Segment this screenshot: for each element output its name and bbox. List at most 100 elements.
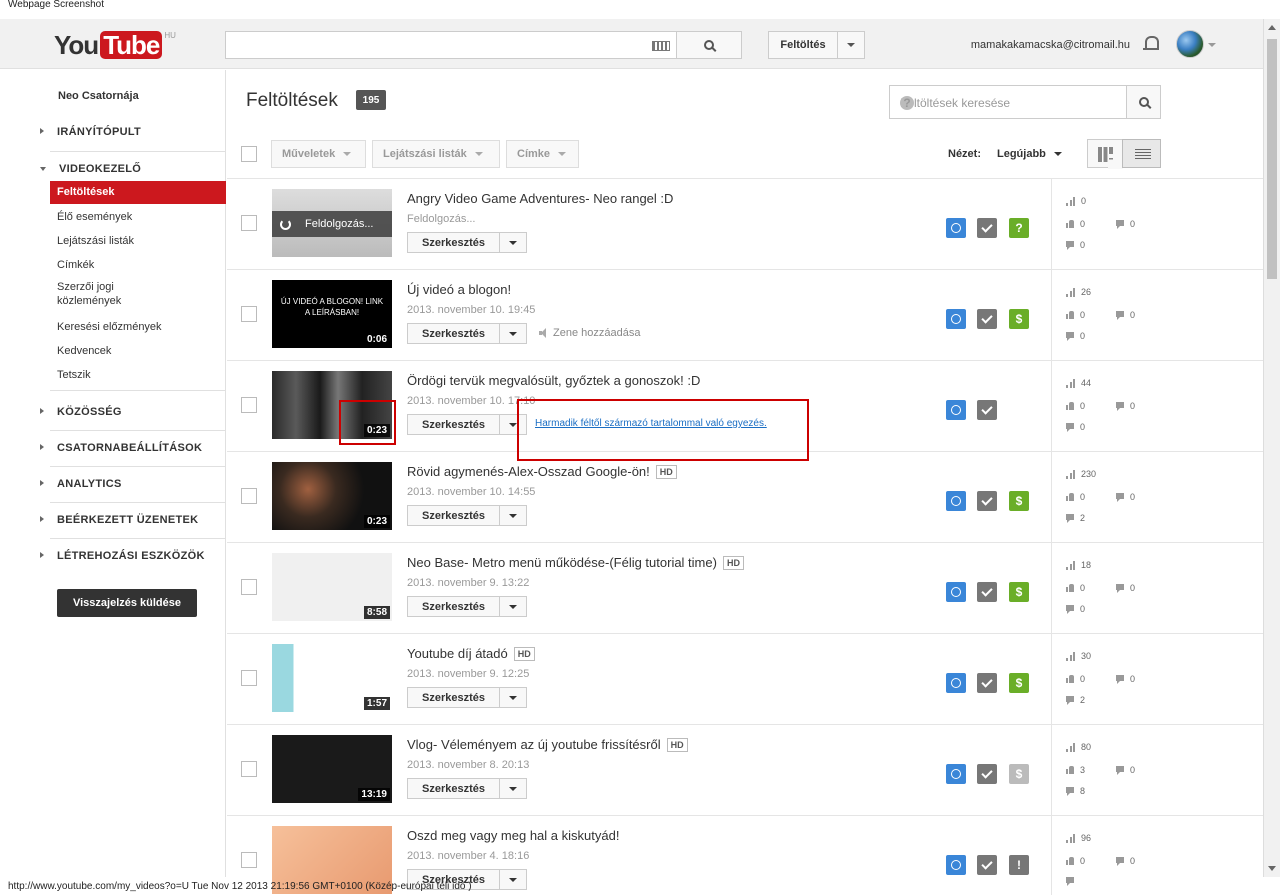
video-title[interactable]: Ördögi tervük megvalósült, győztek a gon… bbox=[407, 373, 700, 388]
video-title[interactable]: Új videó a blogon! bbox=[407, 282, 511, 297]
sidebar-item-likes[interactable]: Tetszik bbox=[57, 369, 91, 381]
youtube-logo[interactable]: You Tube HU bbox=[54, 31, 176, 59]
scroll-down-icon[interactable] bbox=[1268, 866, 1276, 871]
edit-dropdown-button[interactable] bbox=[499, 778, 527, 799]
sidebar-section-channel-settings[interactable]: CSATORNABEÁLLÍTÁSOK bbox=[40, 442, 202, 454]
avatar[interactable] bbox=[1176, 30, 1204, 58]
sidebar-section-creation-tools[interactable]: LÉTREHOZÁSI ESZKÖZÖK bbox=[40, 550, 205, 562]
scrollbar[interactable] bbox=[1263, 19, 1280, 877]
row-checkbox[interactable] bbox=[241, 397, 257, 413]
sidebar-section-community[interactable]: KÖZÖSSÉG bbox=[40, 406, 122, 418]
monetization-status-icon[interactable]: $ bbox=[1009, 309, 1029, 329]
public-globe-icon[interactable] bbox=[946, 491, 966, 511]
checkmark-icon[interactable] bbox=[977, 218, 997, 238]
actions-dropdown[interactable]: Műveletek bbox=[271, 140, 366, 168]
edit-button[interactable]: Szerkesztés bbox=[407, 778, 500, 799]
search-input[interactable] bbox=[225, 31, 677, 59]
video-thumbnail[interactable]: 8:58 bbox=[272, 553, 392, 621]
row-checkbox[interactable] bbox=[241, 761, 257, 777]
channel-owner[interactable]: Neo Csatornája bbox=[58, 90, 139, 102]
monetization-status-icon[interactable]: $ bbox=[1009, 764, 1029, 784]
public-globe-icon[interactable] bbox=[946, 400, 966, 420]
add-music-link[interactable]: Zene hozzáadása bbox=[539, 327, 640, 339]
sidebar-item-tags[interactable]: Címkék bbox=[57, 259, 94, 271]
row-checkbox[interactable] bbox=[241, 579, 257, 595]
help-icon[interactable]: ? bbox=[900, 96, 914, 110]
edit-dropdown-button[interactable] bbox=[499, 596, 527, 617]
video-title[interactable]: Youtube díj átadó bbox=[407, 646, 508, 661]
public-globe-icon[interactable] bbox=[946, 673, 966, 693]
row-checkbox[interactable] bbox=[241, 215, 257, 231]
row-checkbox[interactable] bbox=[241, 306, 257, 322]
row-checkbox[interactable] bbox=[241, 488, 257, 504]
sidebar-section-inbox[interactable]: BEÉRKEZETT ÜZENETEK bbox=[40, 514, 198, 526]
playlists-dropdown[interactable]: Lejátszási listák bbox=[372, 140, 500, 168]
edit-dropdown-button[interactable] bbox=[499, 505, 527, 526]
send-feedback-button[interactable]: Visszajelzés küldése bbox=[57, 589, 197, 617]
public-globe-icon[interactable] bbox=[946, 218, 966, 238]
edit-dropdown-button[interactable] bbox=[499, 323, 527, 344]
search-uploads-input[interactable]: Feltöltések keresése ? bbox=[889, 85, 1127, 119]
public-globe-icon[interactable] bbox=[946, 855, 966, 875]
sidebar-section-video-manager[interactable]: VIDEOKEZELŐ bbox=[40, 163, 141, 175]
grid-view-button[interactable] bbox=[1087, 139, 1123, 169]
sidebar-item-search-history[interactable]: Keresési előzmények bbox=[57, 321, 162, 333]
sidebar-item-copyright[interactable]: Szerzői jogi közlemények bbox=[57, 281, 121, 307]
edit-button[interactable]: Szerkesztés bbox=[407, 687, 500, 708]
video-thumbnail[interactable]: Feldolgozás... bbox=[272, 189, 392, 257]
edit-button[interactable]: Szerkesztés bbox=[407, 232, 500, 253]
edit-dropdown-button[interactable] bbox=[499, 869, 527, 890]
search-uploads-button[interactable] bbox=[1126, 85, 1161, 119]
public-globe-icon[interactable] bbox=[946, 764, 966, 784]
scroll-thumb[interactable] bbox=[1267, 39, 1277, 279]
account-email[interactable]: mamakakamacska@citromail.hu bbox=[971, 39, 1130, 51]
monetization-status-icon[interactable]: $ bbox=[1009, 491, 1029, 511]
checkmark-icon[interactable] bbox=[977, 582, 997, 602]
chevron-down-icon[interactable] bbox=[1208, 43, 1216, 47]
sidebar-item-uploads[interactable]: Feltöltések bbox=[50, 181, 226, 204]
checkmark-icon[interactable] bbox=[977, 673, 997, 693]
upload-dropdown-button[interactable] bbox=[837, 31, 865, 59]
edit-button[interactable]: Szerkesztés bbox=[407, 596, 500, 617]
row-checkbox[interactable] bbox=[241, 852, 257, 868]
sidebar-item-live[interactable]: Élő események bbox=[57, 211, 132, 223]
public-globe-icon[interactable] bbox=[946, 582, 966, 602]
sidebar-item-favorites[interactable]: Kedvencek bbox=[57, 345, 111, 357]
checkmark-icon[interactable] bbox=[977, 491, 997, 511]
sort-dropdown[interactable]: Legújabb bbox=[997, 148, 1062, 160]
sidebar-section-analytics[interactable]: ANALYTICS bbox=[40, 478, 122, 490]
monetization-status-icon[interactable]: $ bbox=[1009, 582, 1029, 602]
list-view-button[interactable] bbox=[1122, 139, 1161, 168]
row-checkbox[interactable] bbox=[241, 670, 257, 686]
video-title[interactable]: Vlog- Véleményem az új youtube frissítés… bbox=[407, 737, 661, 752]
video-thumbnail[interactable]: 1:57 bbox=[272, 644, 392, 712]
scroll-up-icon[interactable] bbox=[1268, 25, 1276, 30]
edit-button[interactable]: Szerkesztés bbox=[407, 323, 500, 344]
checkmark-icon[interactable] bbox=[977, 309, 997, 329]
keyboard-icon[interactable] bbox=[652, 41, 670, 51]
video-title[interactable]: Oszd meg vagy meg hal a kiskutyád! bbox=[407, 828, 619, 843]
monetization-status-icon[interactable]: $ bbox=[1009, 673, 1029, 693]
select-all-checkbox[interactable] bbox=[241, 146, 257, 162]
video-thumbnail[interactable]: 13:19 bbox=[272, 735, 392, 803]
video-title[interactable]: Neo Base- Metro menü működése-(Félig tut… bbox=[407, 555, 717, 570]
edit-dropdown-button[interactable] bbox=[499, 687, 527, 708]
edit-button[interactable]: Szerkesztés bbox=[407, 414, 500, 435]
monetization-status-icon[interactable]: ! bbox=[1009, 855, 1029, 875]
monetization-status-icon[interactable]: ? bbox=[1009, 218, 1029, 238]
checkmark-icon[interactable] bbox=[977, 764, 997, 784]
tag-dropdown[interactable]: Címke bbox=[506, 140, 579, 168]
edit-button[interactable]: Szerkesztés bbox=[407, 505, 500, 526]
edit-dropdown-button[interactable] bbox=[499, 232, 527, 253]
video-thumbnail[interactable]: 0:23 bbox=[272, 462, 392, 530]
public-globe-icon[interactable] bbox=[946, 309, 966, 329]
video-title[interactable]: Angry Video Game Adventures- Neo rangel … bbox=[407, 191, 673, 206]
sidebar-section-dashboard[interactable]: IRÁNYÍTÓPULT bbox=[40, 126, 141, 138]
checkmark-icon[interactable] bbox=[977, 855, 997, 875]
video-thumbnail[interactable]: ÚJ VIDEÓ A BLOGON! LINK A LEÍRÁSBAN! 0:06 bbox=[272, 280, 392, 348]
checkmark-icon[interactable] bbox=[977, 400, 997, 420]
upload-button[interactable]: Feltöltés bbox=[768, 31, 838, 59]
search-button[interactable] bbox=[676, 31, 742, 59]
video-title[interactable]: Rövid agymenés-Alex-Osszad Google-ön! bbox=[407, 464, 650, 479]
bell-icon[interactable] bbox=[1143, 35, 1159, 53]
